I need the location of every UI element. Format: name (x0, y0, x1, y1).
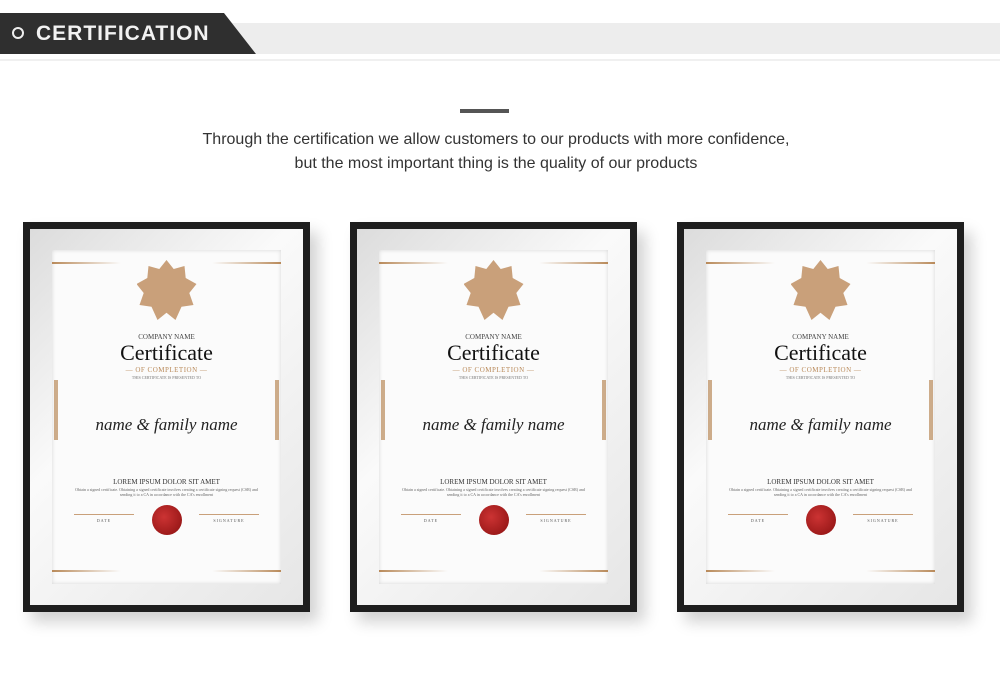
divider-dash (460, 109, 509, 113)
intro-line-2: but the most important thing is the qual… (294, 155, 698, 172)
certificate-title: Certificate (447, 340, 540, 365)
wax-seal-icon (151, 505, 182, 535)
circle-icon (12, 27, 24, 39)
certificate-body: Obtain a signed certificate. Obtaining a… (729, 487, 912, 497)
signature-label: SIGNATURE (540, 518, 572, 523)
certificate: COMPANY NAME Certificate — OF COMPLETION… (52, 250, 281, 584)
certificate: COMPANY NAME Certificate — OF COMPLETION… (379, 250, 608, 584)
bottom-ornament (52, 570, 281, 572)
emblem-icon (136, 260, 197, 320)
signature-line (199, 514, 259, 515)
divider (0, 59, 1000, 61)
presented-text: THIS CERTIFICATE IS PRESENTED TO (131, 375, 202, 380)
date-line (74, 514, 134, 515)
emblem-icon (463, 260, 524, 320)
frame-mat: COMPANY NAME Certificate — OF COMPLETION… (684, 229, 957, 605)
bottom-ornament (379, 570, 608, 572)
frame-mat: COMPANY NAME Certificate — OF COMPLETION… (357, 229, 630, 605)
signature-label: SIGNATURE (867, 518, 899, 523)
certificate-frame: COMPANY NAME Certificate — OF COMPLETION… (677, 222, 964, 612)
intro-text: Through the certification we allow custo… (0, 128, 992, 176)
frame-mat: COMPANY NAME Certificate — OF COMPLETION… (30, 229, 303, 605)
date-label: DATE (423, 518, 439, 523)
certificate-heading: LOREM IPSUM DOLOR SIT AMET (767, 478, 874, 486)
certificate-frame: COMPANY NAME Certificate — OF COMPLETION… (23, 222, 310, 612)
signature-label: SIGNATURE (213, 518, 245, 523)
bottom-ornament (706, 570, 935, 572)
signature-line (526, 514, 586, 515)
certificate-frame: COMPANY NAME Certificate — OF COMPLETION… (350, 222, 637, 612)
certificate-subtitle: — OF COMPLETION — (125, 366, 208, 374)
certificate-title: Certificate (774, 340, 867, 365)
intro-line-1: Through the certification we allow custo… (202, 131, 790, 148)
wax-seal-icon (478, 505, 509, 535)
emblem-icon (790, 260, 851, 320)
date-label: DATE (750, 518, 766, 523)
certificate-body: Obtain a signed certificate. Obtaining a… (75, 487, 258, 497)
wax-seal-icon (805, 505, 836, 535)
certificate-heading: LOREM IPSUM DOLOR SIT AMET (113, 478, 220, 486)
certificate-subtitle: — OF COMPLETION — (779, 366, 862, 374)
recipient-name: name & family name (95, 415, 238, 434)
date-label: DATE (96, 518, 112, 523)
section-title: CERTIFICATION (36, 22, 210, 45)
date-line (728, 514, 788, 515)
presented-text: THIS CERTIFICATE IS PRESENTED TO (458, 375, 529, 380)
recipient-name: name & family name (422, 415, 565, 434)
certificate: COMPANY NAME Certificate — OF COMPLETION… (706, 250, 935, 584)
recipient-name: name & family name (749, 415, 892, 434)
signature-line (853, 514, 913, 515)
certificate-heading: LOREM IPSUM DOLOR SIT AMET (440, 478, 547, 486)
certificate-title: Certificate (120, 340, 213, 365)
date-line (401, 514, 461, 515)
certificate-body: Obtain a signed certificate. Obtaining a… (402, 487, 585, 497)
certificate-subtitle: — OF COMPLETION — (452, 366, 535, 374)
presented-text: THIS CERTIFICATE IS PRESENTED TO (785, 375, 856, 380)
